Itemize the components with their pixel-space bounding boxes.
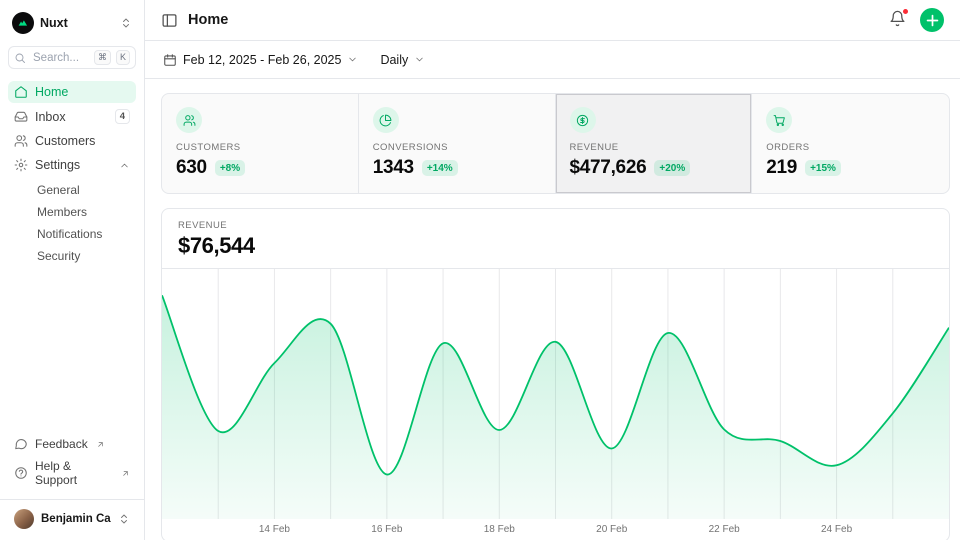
x-axis-label: 20 Feb [596, 524, 627, 535]
help-support-link[interactable]: Help & Support [8, 455, 136, 491]
sidebar-item-label: Home [35, 85, 68, 99]
user-name: Benjamin Canac [41, 513, 111, 525]
panel-left-icon[interactable] [161, 12, 178, 29]
stat-card-revenue[interactable]: REVENUE $477,626 +20% [556, 94, 753, 193]
chart-body[interactable]: 14 Feb 16 Feb 18 Feb 20 Feb 22 Feb 24 Feb [162, 269, 949, 540]
x-axis-label: 18 Feb [484, 524, 515, 535]
main-content: CUSTOMERS 630 +8% CONVERSIONS 1343 +14% [145, 79, 960, 540]
date-range-button[interactable]: Feb 12, 2025 - Feb 26, 2025 [161, 49, 360, 71]
period-label: Daily [380, 53, 408, 67]
users-icon [176, 107, 202, 133]
footer-link-label: Feedback [35, 437, 88, 451]
external-link-icon [96, 440, 105, 449]
stat-label: CONVERSIONS [373, 142, 541, 153]
external-link-icon [121, 469, 130, 478]
period-select[interactable]: Daily [378, 49, 427, 71]
sidebar-item-notifications[interactable]: Notifications [31, 224, 136, 244]
nuxt-logo-icon [12, 12, 34, 34]
team-selector[interactable]: Nuxt [8, 10, 136, 36]
stat-delta-badge: +20% [654, 160, 690, 176]
settings-submenu: General Members Notifications Security [22, 180, 136, 266]
gear-icon [14, 158, 28, 172]
x-axis-label: 24 Feb [821, 524, 852, 535]
sidebar-nav: Home Inbox 4 Customers Settings Genera [8, 81, 136, 266]
stat-value: 219 [766, 157, 797, 179]
chevron-down-icon [347, 54, 358, 65]
stat-label: CUSTOMERS [176, 142, 344, 153]
sidebar-item-home[interactable]: Home [8, 81, 136, 103]
header-actions [889, 8, 944, 32]
stat-value: 1343 [373, 157, 414, 179]
page-header: Home [145, 0, 960, 41]
search-icon [14, 52, 26, 64]
revenue-chart-card: REVENUE $76,544 14 Feb 16 Feb 18 Feb 20 Feb… [161, 208, 950, 540]
sidebar: Nuxt ⌘ K Home Inbox 4 [0, 0, 145, 540]
inbox-icon [14, 110, 28, 124]
x-axis-label: 14 Feb [259, 524, 290, 535]
sidebar-item-label: Customers [35, 134, 95, 148]
user-menu[interactable]: Benjamin Canac [8, 506, 136, 532]
chevrons-up-down-icon [120, 17, 132, 29]
x-axis-label: 22 Feb [709, 524, 740, 535]
search-input[interactable] [31, 51, 89, 65]
stat-delta-badge: +8% [215, 160, 245, 176]
chevron-down-icon [414, 54, 425, 65]
page-title: Home [188, 12, 228, 28]
stat-delta-badge: +14% [422, 160, 458, 176]
chart-title: REVENUE [178, 220, 933, 231]
cart-icon [766, 107, 792, 133]
stat-value: 630 [176, 157, 207, 179]
stat-card-orders[interactable]: ORDERS 219 +15% [752, 94, 949, 193]
sidebar-item-label: Settings [35, 158, 80, 172]
sidebar-divider [0, 499, 144, 500]
chevron-up-icon [119, 160, 130, 171]
users-icon [14, 134, 28, 148]
main-area: Home Feb 12, 2025 - Feb 26, 2025 [145, 0, 960, 540]
dollar-circle-icon [570, 107, 596, 133]
stat-delta-badge: +15% [805, 160, 841, 176]
plus-icon [924, 12, 941, 29]
sidebar-item-customers[interactable]: Customers [8, 130, 136, 152]
add-button[interactable] [920, 8, 944, 32]
inbox-count-badge: 4 [115, 109, 130, 124]
stat-card-customers[interactable]: CUSTOMERS 630 +8% [162, 94, 359, 193]
stat-label: REVENUE [570, 142, 738, 153]
avatar [14, 509, 34, 529]
sidebar-item-members[interactable]: Members [31, 202, 136, 222]
chart-header: REVENUE $76,544 [162, 209, 949, 269]
message-bubble-icon [14, 437, 28, 451]
chart-current-value: $76,544 [178, 233, 933, 259]
stat-card-conversions[interactable]: CONVERSIONS 1343 +14% [359, 94, 556, 193]
x-axis-label: 16 Feb [371, 524, 402, 535]
notifications-button[interactable] [889, 10, 906, 30]
kbd-cmd: ⌘ [94, 50, 111, 65]
sidebar-item-label: Inbox [35, 110, 66, 124]
kbd-k: K [116, 50, 130, 65]
chart-pie-icon [373, 107, 399, 133]
stat-label: ORDERS [766, 142, 935, 153]
sidebar-item-security[interactable]: Security [31, 246, 136, 266]
footer-link-label: Help & Support [35, 459, 113, 487]
help-circle-icon [14, 466, 28, 480]
revenue-chart-svg[interactable] [162, 269, 949, 519]
home-icon [14, 85, 28, 99]
sidebar-item-settings[interactable]: Settings [8, 154, 136, 176]
sidebar-item-inbox[interactable]: Inbox 4 [8, 105, 136, 128]
team-name: Nuxt [40, 16, 114, 30]
chevrons-up-down-icon [118, 513, 130, 525]
sidebar-item-general[interactable]: General [31, 180, 136, 200]
feedback-link[interactable]: Feedback [8, 433, 136, 455]
stats-row: CUSTOMERS 630 +8% CONVERSIONS 1343 +14% [161, 93, 950, 194]
date-range-label: Feb 12, 2025 - Feb 26, 2025 [183, 53, 341, 67]
calendar-icon [163, 53, 177, 67]
stat-value: $477,626 [570, 157, 647, 179]
notification-dot [902, 8, 909, 15]
search-input-wrap[interactable]: ⌘ K [8, 46, 136, 69]
chart-x-axis: 14 Feb 16 Feb 18 Feb 20 Feb 22 Feb 24 Feb [162, 519, 949, 540]
filters-toolbar: Feb 12, 2025 - Feb 26, 2025 Daily [145, 41, 960, 79]
sidebar-spacer [8, 266, 136, 433]
